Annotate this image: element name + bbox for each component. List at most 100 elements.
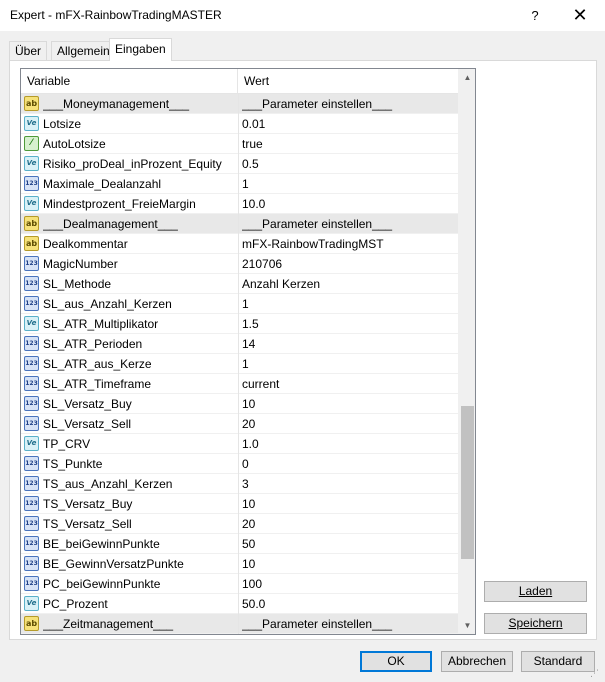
- vertical-scrollbar[interactable]: ▲ ▼: [458, 69, 475, 634]
- table-row[interactable]: ab ___Dealmanagement___ ___Parameter einst…: [21, 214, 458, 234]
- parameter-value[interactable]: 1: [242, 174, 456, 194]
- parameter-value[interactable]: 10: [242, 554, 456, 574]
- parameter-value[interactable]: mFX-RainbowTradingMST: [242, 234, 456, 254]
- standard-button[interactable]: Standard: [521, 651, 595, 672]
- laden-button[interactable]: Laden: [484, 581, 587, 602]
- table-row[interactable]: Ve Lotsize 0.01: [21, 114, 458, 134]
- type-double-icon: Ve: [24, 316, 39, 331]
- help-button[interactable]: ?: [512, 0, 558, 31]
- table-row[interactable]: Ve Risiko_proDeal_inProzent_Equity 0.5: [21, 154, 458, 174]
- column-header-value[interactable]: Wert: [238, 69, 458, 94]
- table-row[interactable]: Ve PC_Prozent 50.0: [21, 594, 458, 614]
- table-row[interactable]: 123 TS_aus_Anzahl_Kerzen 3: [21, 474, 458, 494]
- parameter-name: TS_Versatz_Buy: [43, 497, 133, 511]
- parameter-name: TS_Punkte: [43, 457, 103, 471]
- scroll-up-arrow-icon[interactable]: ▲: [459, 69, 475, 86]
- parameter-value[interactable]: 100: [242, 574, 456, 594]
- column-divider: [238, 134, 239, 154]
- table-row[interactable]: 123 MagicNumber 210706: [21, 254, 458, 274]
- table-row[interactable]: 123 TS_Punkte 0: [21, 454, 458, 474]
- parameter-name: SL_Versatz_Sell: [43, 417, 132, 431]
- tab-eingaben[interactable]: Eingaben: [109, 38, 172, 61]
- parameter-name: ___Zeitmanagement___: [43, 617, 174, 631]
- table-row[interactable]: 123 BE_GewinnVersatzPunkte 10: [21, 554, 458, 574]
- type-integer-icon: 123: [24, 356, 39, 371]
- parameter-value[interactable]: 1: [242, 294, 456, 314]
- parameter-value[interactable]: 0: [242, 454, 456, 474]
- column-divider: [238, 334, 239, 354]
- table-row[interactable]: ab Dealkommentar mFX-RainbowTradingMST: [21, 234, 458, 254]
- parameter-value[interactable]: 1.0: [242, 434, 456, 454]
- column-divider: [238, 314, 239, 334]
- resize-grip-icon[interactable]: ⋰: [590, 668, 602, 680]
- table-row[interactable]: 123 SL_Versatz_Sell 20: [21, 414, 458, 434]
- table-row[interactable]: 123 TS_Versatz_Sell 20: [21, 514, 458, 534]
- type-string-icon: ab: [24, 616, 39, 631]
- scroll-down-arrow-icon[interactable]: ▼: [459, 617, 475, 634]
- table-row[interactable]: 123 SL_ATR_Perioden 14: [21, 334, 458, 354]
- table-row[interactable]: 123 Maximale_Dealanzahl 1: [21, 174, 458, 194]
- type-double-icon: Ve: [24, 436, 39, 451]
- parameter-name: MagicNumber: [43, 257, 118, 271]
- type-integer-icon: 123: [24, 376, 39, 391]
- parameter-name: SL_ATR_aus_Kerze: [43, 357, 152, 371]
- parameter-name: TP_CRV: [43, 437, 91, 451]
- table-row[interactable]: ab ___Moneymanagement___ ___Parameter eins…: [21, 94, 458, 114]
- table-row[interactable]: 123 SL_Methode Anzahl Kerzen: [21, 274, 458, 294]
- parameter-value[interactable]: 10: [242, 394, 456, 414]
- table-row[interactable]: ab ___Zeitmanagement___ ___Parameter einst…: [21, 614, 458, 634]
- column-divider: [238, 294, 239, 314]
- tab-allgemein[interactable]: Allgemein: [51, 41, 116, 61]
- parameter-value[interactable]: true: [242, 134, 456, 154]
- parameter-value[interactable]: ___Parameter einstellen___: [242, 94, 456, 114]
- ok-button[interactable]: OK: [360, 651, 432, 672]
- parameter-value[interactable]: 3: [242, 474, 456, 494]
- parameter-value[interactable]: Anzahl Kerzen: [242, 274, 456, 294]
- parameter-value[interactable]: 0.5: [242, 154, 456, 174]
- table-row[interactable]: 123 PC_beiGewinnPunkte 100: [21, 574, 458, 594]
- parameter-value[interactable]: 14: [242, 334, 456, 354]
- table-row[interactable]: Ve SL_ATR_Multiplikator 1.5: [21, 314, 458, 334]
- parameter-value[interactable]: 20: [242, 514, 456, 534]
- parameter-value[interactable]: 50.0: [242, 594, 456, 614]
- table-row[interactable]: 123 SL_ATR_aus_Kerze 1: [21, 354, 458, 374]
- column-header-variable[interactable]: Variable: [21, 69, 238, 94]
- table-row[interactable]: Ve TP_CRV 1.0: [21, 434, 458, 454]
- parameter-value[interactable]: 1: [242, 354, 456, 374]
- type-integer-icon: 123: [24, 576, 39, 591]
- type-integer-icon: 123: [24, 556, 39, 571]
- type-integer-icon: 123: [24, 536, 39, 551]
- table-row[interactable]: 123 BE_beiGewinnPunkte 50: [21, 534, 458, 554]
- parameter-value[interactable]: 1.5: [242, 314, 456, 334]
- table-row[interactable]: 123 SL_ATR_Timeframe current: [21, 374, 458, 394]
- tab-ueber[interactable]: Über: [9, 41, 48, 61]
- parameter-value[interactable]: 10: [242, 494, 456, 514]
- type-integer-icon: 123: [24, 176, 39, 191]
- table-row[interactable]: 123 SL_Versatz_Buy 10: [21, 394, 458, 414]
- table-row[interactable]: 123 SL_aus_Anzahl_Kerzen 1: [21, 294, 458, 314]
- parameter-value[interactable]: ___Parameter einstellen___: [242, 614, 456, 634]
- type-integer-icon: 123: [24, 496, 39, 511]
- parameter-value[interactable]: 210706: [242, 254, 456, 274]
- parameter-value[interactable]: 50: [242, 534, 456, 554]
- column-divider: [238, 474, 239, 494]
- scroll-thumb[interactable]: [461, 406, 474, 559]
- table-row[interactable]: ⁄ AutoLotsize true: [21, 134, 458, 154]
- parameter-name: ___Moneymanagement___: [43, 97, 190, 111]
- parameter-value[interactable]: 10.0: [242, 194, 456, 214]
- close-button[interactable]: ✕: [557, 0, 603, 31]
- column-divider: [238, 114, 239, 134]
- table-row[interactable]: 123 TS_Versatz_Buy 10: [21, 494, 458, 514]
- parameter-name: Mindestprozent_FreieMargin: [43, 197, 196, 211]
- speichern-button[interactable]: Speichern: [484, 613, 587, 634]
- type-string-icon: ab: [24, 96, 39, 111]
- type-integer-icon: 123: [24, 456, 39, 471]
- abbrechen-button[interactable]: Abbrechen: [441, 651, 513, 672]
- column-divider: [238, 254, 239, 274]
- parameter-value[interactable]: ___Parameter einstellen___: [242, 214, 456, 234]
- type-bool-icon: ⁄: [24, 136, 39, 151]
- parameter-value[interactable]: 20: [242, 414, 456, 434]
- parameter-value[interactable]: current: [242, 374, 456, 394]
- table-row[interactable]: Ve Mindestprozent_FreieMargin 10.0: [21, 194, 458, 214]
- parameter-value[interactable]: 0.01: [242, 114, 456, 134]
